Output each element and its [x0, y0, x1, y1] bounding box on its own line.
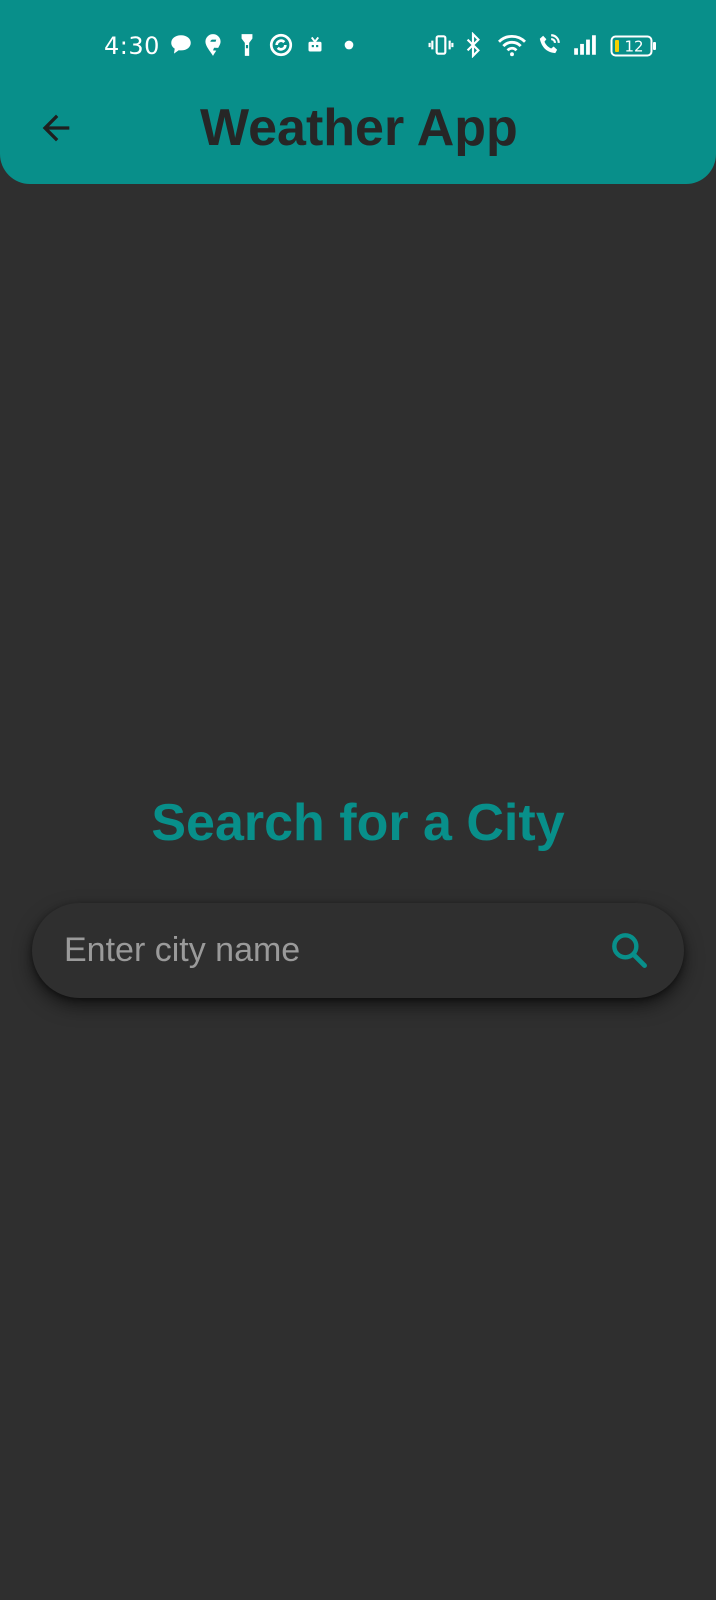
toolbar: Weather App [0, 84, 716, 176]
tv-icon [308, 36, 322, 52]
flashlight-icon [241, 34, 253, 56]
back-button[interactable] [28, 100, 84, 156]
battery-level: 12 [624, 38, 643, 56]
chat-bubble-icon [171, 35, 191, 54]
status-bar: 4:30 12 [0, 24, 716, 68]
arrow-back-icon [42, 114, 70, 142]
signal-icon [574, 35, 596, 55]
search-heading: Search for a City [151, 794, 565, 852]
search-button[interactable] [602, 923, 656, 977]
battery-icon: 12 [610, 35, 656, 57]
bluetooth-icon [466, 32, 480, 58]
status-time: 4:30 [104, 32, 160, 60]
page-title: Weather App [200, 99, 518, 157]
swiggy-icon [205, 34, 221, 56]
vibrate-icon [428, 35, 454, 55]
call-icon [539, 34, 560, 54]
wifi-icon [498, 35, 526, 57]
search-icon [612, 933, 647, 968]
sync-circle-icon [269, 33, 293, 57]
search-box [32, 903, 684, 998]
app-bar: 4:30 12 Weather App [0, 0, 716, 184]
dot-icon [344, 40, 354, 50]
search-input[interactable] [64, 903, 584, 998]
